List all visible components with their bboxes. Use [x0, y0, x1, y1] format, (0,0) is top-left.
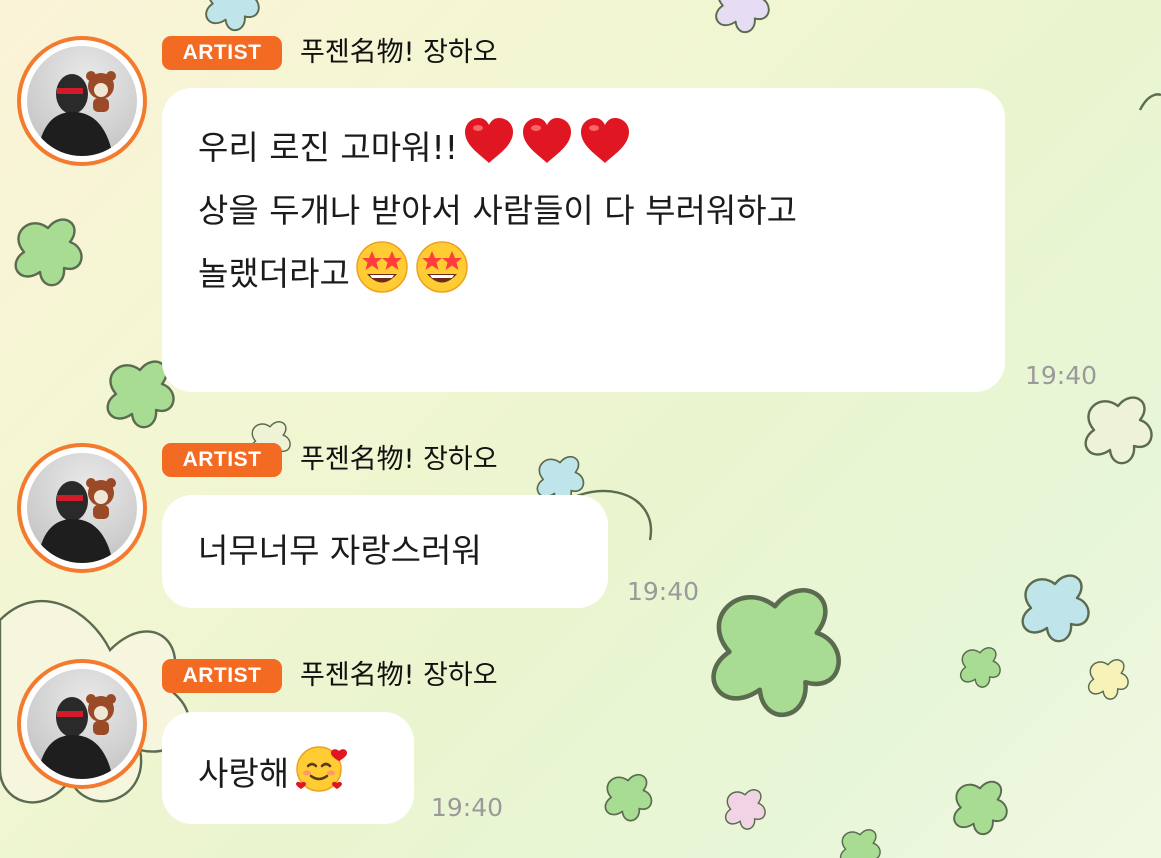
- artist-badge: ARTIST: [162, 36, 282, 70]
- avatar[interactable]: [17, 659, 147, 789]
- message-bubble[interactable]: 사랑해: [162, 712, 414, 824]
- artist-badge: ARTIST: [162, 443, 282, 477]
- star-struck-emoji: [354, 239, 410, 312]
- artist-badge: ARTIST: [162, 659, 282, 693]
- message-text: 사랑해: [198, 754, 290, 793]
- heart-emoji: [578, 116, 632, 183]
- avatar-photo: [27, 453, 137, 563]
- message-bubble[interactable]: 우리 로진 고마워!! 상을 두개나 받아서 사람들이 다 부러워하고 놀랬더라…: [162, 88, 1005, 392]
- message-timestamp: 19:40: [431, 793, 504, 822]
- message-text: 상을 두개나 받아서 사람들이 다 부러워하고: [198, 191, 797, 230]
- star-struck-emoji: [414, 239, 470, 312]
- message-timestamp: 19:40: [1025, 361, 1098, 390]
- message-text: 우리 로진 고마워!!: [198, 128, 458, 167]
- message-line: 우리 로진 고마워!!: [198, 116, 969, 183]
- avatar[interactable]: [17, 443, 147, 573]
- message-timestamp: 19:40: [627, 577, 700, 606]
- avatar-photo: [27, 46, 137, 156]
- message-line: 사랑해: [198, 739, 378, 812]
- sender-name: 푸젠名物! 장하오: [300, 444, 498, 475]
- message-line: 놀랬더라고: [198, 239, 969, 312]
- avatar-photo: [27, 669, 137, 779]
- sender-name: 푸젠名物! 장하오: [300, 37, 498, 68]
- avatar[interactable]: [17, 36, 147, 166]
- sender-name: 푸젠名物! 장하오: [300, 660, 498, 691]
- heart-emoji: [462, 116, 516, 183]
- message-text: 놀랬더라고: [198, 254, 350, 293]
- heart-emoji: [520, 116, 574, 183]
- message-bubble[interactable]: 너무너무 자랑스러워: [162, 495, 608, 608]
- smiling-face-with-hearts-emoji: [293, 739, 349, 812]
- message-text: 너무너무 자랑스러워: [198, 531, 482, 570]
